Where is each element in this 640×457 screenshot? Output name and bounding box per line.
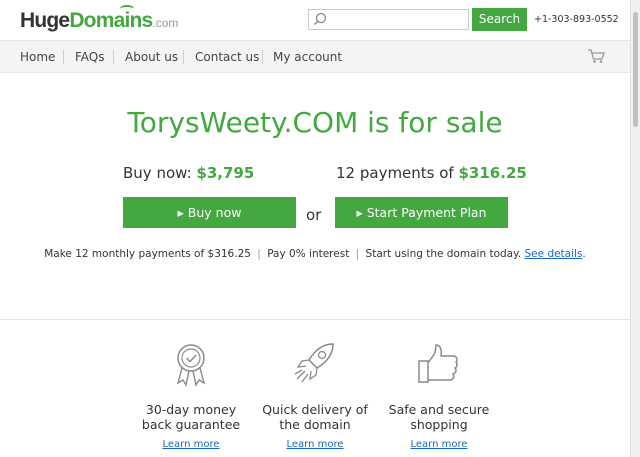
nav-item-faqs[interactable]: FAQs [75, 50, 105, 64]
nav-divider [63, 50, 64, 64]
nav-divider [262, 50, 263, 64]
learn-more-link[interactable]: Learn more [410, 439, 467, 450]
feature-label-line: Safe and secure [388, 402, 490, 417]
nav-item-home[interactable]: Home [20, 50, 55, 64]
logo-dotcom-text: .com [152, 16, 179, 30]
feature-label-line: shopping [410, 417, 468, 432]
payments-label: 12 payments of [336, 164, 454, 182]
payline-interest: Pay 0% interest [267, 248, 350, 260]
learn-more-link[interactable]: Learn more [286, 439, 343, 450]
top-bar: HugeDomains.com Search +1-303-893-0552 [0, 0, 630, 40]
cart-icon[interactable] [587, 48, 605, 64]
nav-item-my-account[interactable]: My account [273, 50, 342, 64]
buy-now-price-line: Buy now: $3,795 [123, 164, 254, 182]
search-input[interactable] [308, 9, 469, 30]
feature-label-line: the domain [279, 417, 351, 432]
see-details-link[interactable]: See details [525, 248, 583, 260]
buy-now-label: Buy now: [123, 164, 192, 182]
logo-domains-text: Domains [69, 9, 153, 32]
feature-safe-shopping: Safe and secure shopping Learn more [369, 340, 509, 451]
start-payment-plan-button[interactable]: ▸ Start Payment Plan [335, 197, 508, 228]
feature-label-line: Quick delivery of [262, 402, 368, 417]
feature-label-line: 30-day money [145, 402, 237, 417]
nav-divider [183, 50, 184, 64]
scrollbar-thumb[interactable] [633, 12, 638, 127]
nav-item-about-us[interactable]: About us [125, 50, 178, 64]
search-icon [313, 12, 327, 26]
logo-huge-text: Huge [20, 9, 70, 32]
hugedomains-logo[interactable]: HugeDomains.com [20, 5, 179, 33]
feature-label: Quick delivery of the domain [245, 402, 385, 432]
or-text: or [306, 206, 322, 224]
phone-number[interactable]: +1-303-893-0552 [534, 14, 619, 25]
payline-start: Start using the domain today. [365, 248, 522, 260]
payline-separator: | [257, 248, 261, 260]
feature-label-line: back guarantee [141, 417, 241, 432]
page-scrollbar[interactable] [630, 0, 640, 457]
thumbs-up-icon [418, 344, 458, 383]
payline-period: . [582, 248, 586, 260]
feature-money-back: 30-day money back guarantee Learn more [121, 340, 261, 451]
section-divider [0, 319, 630, 320]
award-ribbon-icon [176, 344, 206, 387]
payline-monthly: Make 12 monthly payments of $316.25 [44, 248, 251, 260]
payment-plan-info: Make 12 monthly payments of $316.25 | Pa… [0, 248, 630, 260]
search-button[interactable]: Search [472, 8, 527, 31]
learn-more-link[interactable]: Learn more [162, 439, 219, 450]
payline-separator: | [355, 248, 360, 260]
page-title: TorysWeety.COM is for sale [127, 106, 503, 139]
feature-label: 30-day money back guarantee [121, 402, 261, 432]
payments-price-line: 12 payments of $316.25 [336, 164, 527, 182]
buy-now-price: $3,795 [196, 164, 255, 182]
logo-swoosh [120, 5, 134, 13]
rocket-icon [294, 343, 334, 383]
feature-label: Safe and secure shopping [369, 402, 509, 432]
payments-price: $316.25 [458, 164, 527, 182]
main-nav: Home FAQs About us Contact us My account [0, 40, 630, 73]
feature-quick-delivery: Quick delivery of the domain Learn more [245, 340, 385, 451]
nav-divider [113, 50, 114, 64]
nav-item-contact-us[interactable]: Contact us [195, 50, 259, 64]
buy-now-button[interactable]: ▸ Buy now [123, 197, 296, 228]
